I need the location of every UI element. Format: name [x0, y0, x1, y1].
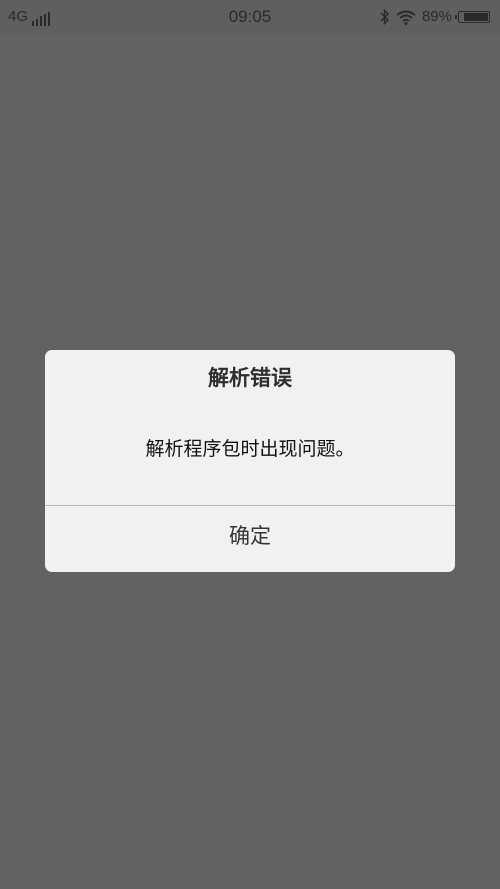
wifi-icon [396, 10, 416, 25]
battery-level-fill [464, 13, 488, 21]
error-dialog: 解析错误 解析程序包时出现问题。 确定 [45, 350, 455, 572]
dialog-message: 解析程序包时出现问题。 [145, 438, 355, 460]
confirm-button[interactable]: 确定 [45, 506, 455, 572]
battery-icon [455, 11, 490, 23]
dialog-title: 解析错误 [208, 366, 292, 390]
bluetooth-icon [380, 9, 390, 25]
status-bar: 4G 09:05 89% [0, 0, 500, 34]
status-right: 89% [380, 7, 490, 27]
battery-percentage: 89% [421, 8, 452, 25]
